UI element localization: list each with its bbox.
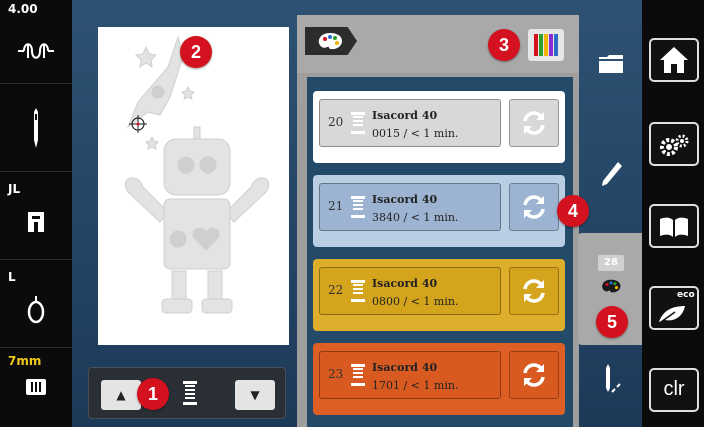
callout-badge: 3 — [488, 29, 520, 61]
eco-label: eco — [677, 290, 695, 300]
arrow-down-icon: ▼ — [250, 388, 260, 402]
thread-info-field[interactable]: 22 Isacord 40 0800 / < 1 min. — [319, 267, 501, 315]
needle-stitch-icon — [606, 364, 621, 393]
list-item[interactable]: 20 Isacord 40 0015 / < 1 min. — [313, 91, 565, 163]
edit-button[interactable] — [600, 160, 624, 192]
thread-name: Isacord 40 — [372, 361, 438, 374]
presser-foot-icon — [0, 208, 72, 238]
thread-spool-icon — [351, 280, 365, 302]
eco-leaf-icon — [659, 306, 685, 323]
thread-detail: 1701 / < 1 min. — [372, 379, 459, 392]
color-info-tab[interactable] — [305, 27, 357, 55]
refresh-icon — [523, 195, 545, 219]
gears-icon — [660, 134, 689, 156]
thread-name: Isacord 40 — [372, 277, 438, 290]
needle-plate-value: 7mm — [8, 354, 42, 368]
color-navigation-bar: ▲ ▼ — [88, 367, 286, 419]
palette-icon — [318, 33, 342, 50]
thread-detail: 0800 / < 1 min. — [372, 295, 459, 308]
callout-badge: 4 — [557, 195, 589, 227]
needle-icon — [0, 108, 72, 152]
clear-label: clr — [663, 378, 685, 400]
clear-button[interactable]: clr — [649, 368, 699, 412]
color-number: 21 — [328, 199, 344, 213]
book-icon — [660, 217, 688, 237]
needle-status[interactable] — [0, 84, 72, 172]
arrow-up-icon: ▲ — [116, 388, 126, 402]
status-column: 4.00 JL L 7mm — [0, 0, 72, 427]
presser-foot-status[interactable]: JL — [0, 172, 72, 260]
tutorial-button[interactable] — [649, 204, 699, 248]
change-color-button[interactable] — [509, 267, 559, 315]
stitch-plate-icon — [0, 378, 72, 400]
change-color-button[interactable] — [509, 183, 559, 231]
callout-badge: 2 — [180, 36, 212, 68]
color-number: 23 — [328, 367, 344, 381]
needle-plate-status[interactable]: 7mm — [0, 348, 72, 427]
folder-icon — [599, 55, 623, 73]
presser-foot-value: JL — [8, 182, 21, 196]
eco-button[interactable]: eco — [649, 286, 699, 330]
color-overview-button[interactable] — [528, 29, 564, 61]
thread-spool-icon — [351, 112, 365, 134]
thread-spool-icon — [351, 196, 365, 218]
change-color-button[interactable] — [509, 351, 559, 399]
list-item[interactable]: 21 Isacord 40 3840 / < 1 min. — [313, 175, 565, 247]
stitch-out-button[interactable] — [602, 364, 624, 400]
design-preview[interactable] — [98, 27, 289, 345]
refresh-icon — [523, 111, 545, 135]
stitch-width-status[interactable]: 4.00 — [0, 0, 72, 84]
color-number: 20 — [328, 115, 344, 129]
thread-detail: 0015 / < 1 min. — [372, 127, 459, 140]
refresh-icon — [523, 363, 545, 387]
tension-value: L — [8, 270, 16, 284]
home-icon — [660, 47, 688, 73]
tension-status[interactable]: L — [0, 260, 72, 348]
thread-spool-icon — [351, 364, 365, 386]
thread-info-field[interactable]: 21 Isacord 40 3840 / < 1 min. — [319, 183, 501, 231]
list-item[interactable]: 23 Isacord 40 1701 / < 1 min. — [313, 343, 565, 415]
next-color-button[interactable]: ▼ — [235, 380, 275, 410]
robot-design-image — [124, 35, 270, 314]
change-color-button[interactable] — [509, 99, 559, 147]
thread-spool-icon — [182, 381, 198, 407]
previous-color-button[interactable]: ▲ — [101, 380, 141, 410]
list-item[interactable]: 22 Isacord 40 0800 / < 1 min. — [313, 259, 565, 331]
pencil-icon — [602, 162, 622, 186]
folder-button[interactable] — [598, 52, 624, 78]
refresh-icon — [523, 279, 545, 303]
callout-badge: 5 — [596, 306, 628, 338]
bobbin-icon — [0, 296, 72, 328]
thread-detail: 3840 / < 1 min. — [372, 211, 459, 224]
main-menu-column: eco clr — [642, 0, 704, 427]
home-button[interactable] — [649, 38, 699, 82]
setup-button[interactable] — [649, 122, 699, 166]
thread-info-field[interactable]: 23 Isacord 40 1701 / < 1 min. — [319, 351, 501, 399]
stitch-width-value: 4.00 — [8, 2, 38, 16]
embroidery-screen: 4.00 JL L 7mm ▲ ▼ 20 Isacord 40 0015 / <… — [0, 0, 704, 427]
callout-badge: 1 — [137, 378, 169, 410]
color-number: 22 — [328, 283, 344, 297]
thread-name: Isacord 40 — [372, 109, 438, 122]
stitch-pattern-icon — [0, 40, 72, 66]
edit-tools-column — [580, 0, 651, 427]
color-bars-icon — [534, 34, 558, 56]
thread-info-field[interactable]: 20 Isacord 40 0015 / < 1 min. — [319, 99, 501, 147]
thread-name: Isacord 40 — [372, 193, 438, 206]
color-panel: 20 Isacord 40 0015 / < 1 min. 21 Isacord… — [297, 15, 579, 427]
